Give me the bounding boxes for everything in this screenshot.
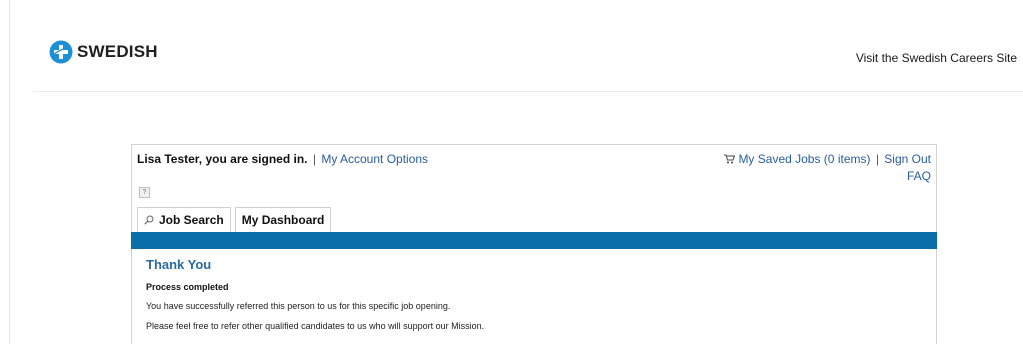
sign-out-link[interactable]: Sign Out (884, 152, 931, 166)
page: SWEDISH Visit the Swedish Careers Site L… (0, 0, 1023, 344)
tab-my-dashboard[interactable]: My Dashboard (234, 207, 332, 232)
account-links: My Saved Jobs (0 items) | Sign Out (724, 152, 931, 166)
my-account-options-link[interactable]: My Account Options (321, 152, 428, 166)
tab-my-dashboard-label: My Dashboard (241, 213, 325, 227)
confirmation-content: Thank You Process completed You have suc… (146, 257, 484, 331)
swedish-cross-icon (49, 40, 73, 64)
help-icon[interactable]: ? (139, 187, 150, 198)
swedish-logo[interactable]: SWEDISH (49, 40, 158, 64)
faq-link[interactable]: FAQ (907, 169, 931, 183)
separator: | (312, 152, 316, 166)
page-title: Thank You (146, 257, 212, 272)
left-border (9, 0, 10, 344)
refer-more-message: Please feel free to refer other qualifie… (146, 321, 485, 331)
search-icon (144, 215, 154, 225)
confirmation-message: You have successfully referred this pers… (146, 301, 451, 311)
cart-icon (724, 154, 736, 164)
tab-job-search-label: Job Search (159, 213, 224, 227)
header-divider (33, 91, 1023, 92)
separator: | (875, 152, 879, 166)
signed-in-bar: Lisa Tester, you are signed in. | My Acc… (137, 152, 428, 166)
status-heading: Process completed (146, 282, 229, 292)
logo-text: SWEDISH (77, 42, 158, 61)
signed-in-text: Lisa Tester, you are signed in. (137, 152, 308, 166)
tab-content-bar (131, 232, 937, 249)
my-saved-jobs-link[interactable]: My Saved Jobs (0 items) (738, 152, 870, 166)
careers-panel: Lisa Tester, you are signed in. | My Acc… (131, 144, 937, 344)
tab-job-search[interactable]: Job Search (137, 207, 231, 232)
careers-site-link[interactable]: Visit the Swedish Careers Site (856, 51, 1017, 65)
tab-bar: Job Search My Dashboard (137, 207, 332, 232)
